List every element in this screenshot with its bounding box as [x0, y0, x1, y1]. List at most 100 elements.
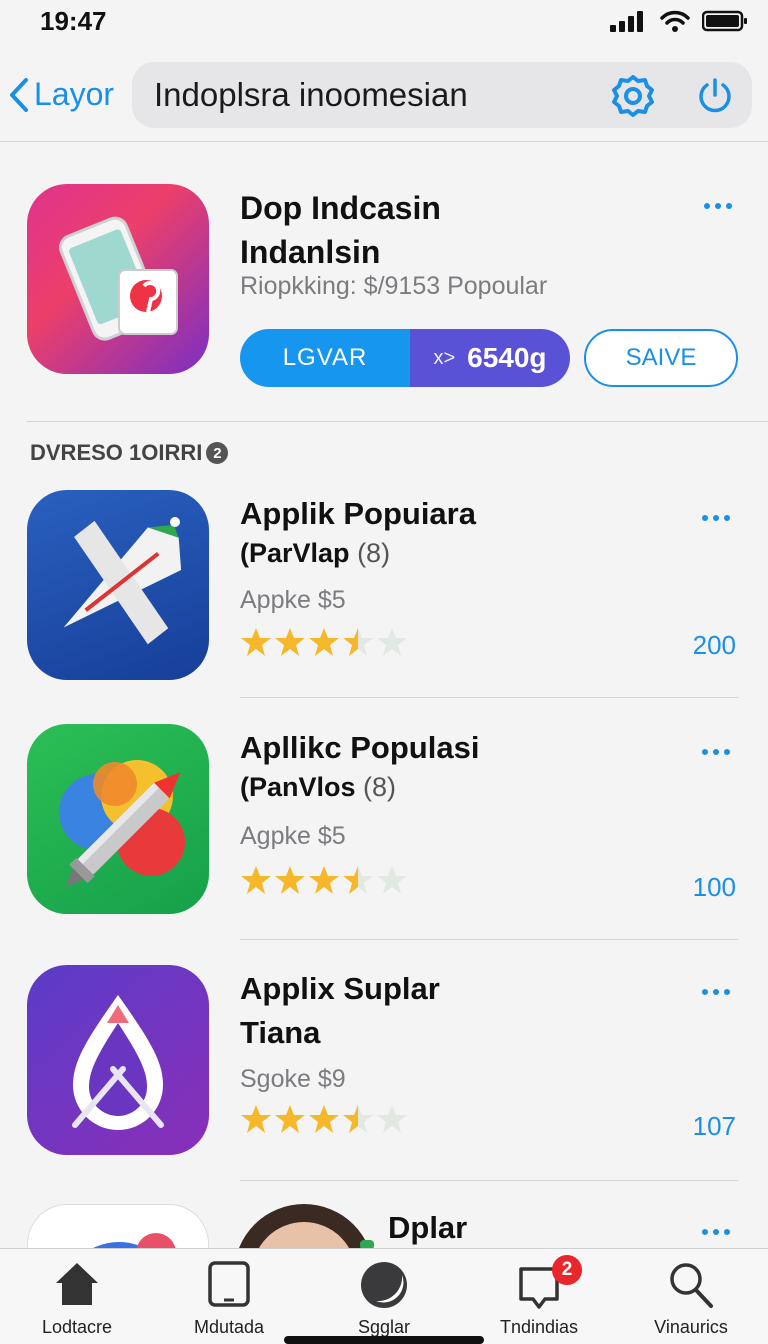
tablet-icon	[206, 1259, 252, 1314]
item-subtitle: Tiana	[240, 1015, 321, 1050]
get-button-value[interactable]: x> 6540g	[410, 329, 570, 387]
tab-search[interactable]: Vinaurics	[614, 1249, 768, 1344]
tab-label: Sgglar	[357, 1317, 411, 1337]
partial-app-icon	[27, 1204, 209, 1248]
home-indicator	[284, 1336, 484, 1344]
gear-icon	[612, 75, 654, 117]
list-item[interactable]: Dplar	[0, 1204, 768, 1248]
plane-app-icon	[27, 490, 209, 680]
status-icons	[610, 10, 748, 32]
moon-icon	[358, 1259, 410, 1316]
item-subtitle-count: (8)	[363, 772, 397, 802]
rating-stars	[240, 864, 408, 896]
notification-badge: 2	[552, 1255, 582, 1285]
back-label: Layor	[34, 76, 115, 112]
battery-icon	[702, 10, 747, 32]
navigation-bar: Layor Indoplsra inoomesian	[0, 52, 768, 142]
status-bar: 19:47	[0, 0, 768, 52]
list-item[interactable]: Applik Popuiara (ParVlap (8) Appke $5 20…	[0, 490, 768, 726]
section-badge: 2	[206, 442, 229, 464]
tab-home[interactable]: Lodtacre	[0, 1249, 154, 1344]
item-count: 100	[692, 872, 736, 902]
star-icon	[377, 628, 407, 656]
featured-app-card[interactable]: Dop Indcasin Indanlsin Riopkking: $/9153…	[0, 142, 768, 422]
item-title: Apllikc Populasi	[240, 730, 480, 765]
chevron-left-icon	[10, 77, 28, 112]
item-count: 107	[692, 1111, 736, 1141]
tab-bar: Lodtacre Mdutada Sgglar 2 Tndindias Vina…	[0, 1248, 768, 1344]
tab-label: Mdutada	[193, 1317, 265, 1337]
star-icon	[343, 628, 373, 656]
star-icon	[241, 866, 271, 894]
featured-app-icon	[27, 184, 209, 374]
tab-label: Lodtacre	[41, 1317, 113, 1337]
item-subtitle-name: (PanVlos	[240, 772, 356, 802]
settings-button[interactable]	[612, 75, 654, 122]
item-more-button[interactable]	[698, 508, 738, 528]
item-subtitle-name: (ParVlap	[240, 538, 350, 568]
section-header: DVRESO 1OIRRI 2	[30, 440, 229, 466]
get-multiplier: x>	[433, 346, 456, 369]
list-item[interactable]: Applix Suplar Tiana Sgoke $9 107	[0, 965, 768, 1201]
cellular-signal-icon	[610, 11, 643, 32]
star-icon	[377, 866, 407, 894]
featured-more-button[interactable]	[700, 196, 740, 216]
item-title: Applik Popuiara	[240, 496, 476, 531]
star-icon	[309, 866, 339, 894]
divider	[240, 697, 738, 698]
back-button[interactable]: Layor	[8, 76, 114, 113]
star-icon	[275, 628, 305, 656]
divider	[240, 1180, 738, 1181]
star-icon	[275, 1105, 305, 1133]
item-more-button[interactable]	[698, 982, 738, 1002]
rating-stars	[240, 626, 408, 658]
wifi-icon	[660, 10, 690, 32]
get-button-label[interactable]: LGVAR	[240, 329, 410, 387]
item-count: 200	[692, 630, 736, 660]
featured-title-line1: Dop Indcasin	[240, 190, 441, 226]
list-item[interactable]: Apllikc Populasi (PanVlos (8) Agpke $5 1…	[0, 724, 768, 960]
search-icon	[666, 1259, 716, 1316]
star-icon	[309, 1105, 339, 1133]
star-icon	[241, 628, 271, 656]
section-title: DVRESO 1OIRRI	[30, 440, 203, 465]
star-icon	[343, 866, 373, 894]
power-button[interactable]	[696, 77, 734, 120]
featured-title: Dop Indcasin Indanlsin	[240, 186, 441, 274]
item-subtitle: (ParVlap (8)	[240, 538, 390, 569]
tab-label: Tndindias	[499, 1317, 579, 1337]
rating-stars	[240, 1103, 408, 1135]
drop-app-icon	[27, 965, 209, 1155]
item-price: Sgoke $9	[240, 1065, 346, 1093]
power-icon	[699, 78, 731, 113]
home-icon	[52, 1259, 102, 1314]
item-title: Applix Suplar	[240, 971, 440, 1006]
star-icon	[241, 1105, 271, 1133]
star-icon	[377, 1105, 407, 1133]
item-more-button[interactable]	[698, 742, 738, 762]
search-field[interactable]: Indoplsra inoomesian	[132, 62, 752, 128]
get-button[interactable]: LGVAR x> 6540g	[240, 329, 570, 387]
save-button[interactable]: SAIVE	[584, 329, 738, 387]
item-title: Dplar	[388, 1210, 468, 1245]
featured-title-line2: Indanlsin	[240, 234, 381, 270]
star-icon	[343, 1105, 373, 1133]
divider	[27, 421, 768, 422]
star-icon	[275, 866, 305, 894]
divider	[240, 939, 738, 940]
tab-media[interactable]: Mdutada	[152, 1249, 306, 1344]
star-icon	[309, 628, 339, 656]
item-subtitle-count: (8)	[357, 538, 391, 568]
profile-photo	[234, 1204, 374, 1248]
item-subtitle: (PanVlos (8)	[240, 772, 396, 803]
leaf-icon	[360, 1240, 374, 1248]
status-time: 19:47	[40, 6, 107, 36]
item-price: Agpke $5	[240, 822, 346, 850]
featured-subtitle: Riopkking: $/9153 Popoular	[240, 272, 548, 300]
tab-notifications[interactable]: 2 Tndindias	[462, 1249, 616, 1344]
pencil-balloons-app-icon	[27, 724, 209, 914]
search-text[interactable]: Indoplsra inoomesian	[154, 76, 468, 114]
get-value: 6540g	[467, 342, 547, 373]
item-more-button[interactable]	[698, 1222, 738, 1242]
tab-sgglar[interactable]: Sgglar	[307, 1249, 461, 1344]
